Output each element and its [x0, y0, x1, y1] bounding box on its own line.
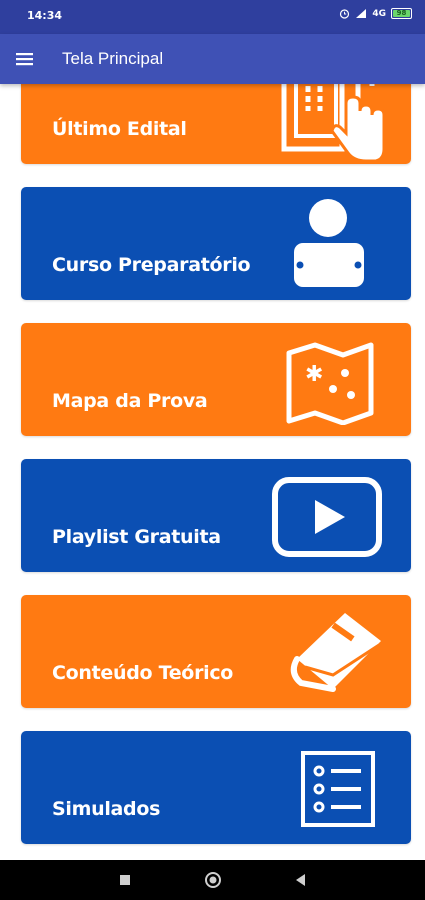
- card-ultimo-edital[interactable]: Último Edital: [21, 84, 411, 164]
- back-triangle-icon: [296, 874, 305, 886]
- battery-icon: 98: [391, 8, 412, 19]
- card-simulados[interactable]: Simulados: [21, 731, 411, 844]
- status-time: 14:34: [27, 9, 63, 22]
- battery-level: 98: [396, 9, 407, 17]
- menu-button[interactable]: [12, 47, 38, 71]
- card-label: Playlist Gratuita: [52, 526, 221, 548]
- recents-button[interactable]: [115, 870, 135, 890]
- document-tap-icon: [281, 84, 386, 161]
- card-label: Curso Preparatório: [52, 254, 251, 276]
- card-mapa-da-prova[interactable]: Mapa da Prova ✱: [21, 323, 411, 436]
- card-curso-preparatorio[interactable]: Curso Preparatório: [21, 187, 411, 300]
- card-conteudo-teorico[interactable]: Conteúdo Teórico: [21, 595, 411, 708]
- signal-icon: [356, 9, 367, 18]
- status-icons: 4G 98: [339, 8, 412, 19]
- home-circle-icon: [205, 872, 221, 888]
- navigation-bar: [0, 860, 425, 900]
- book-icon: [290, 613, 381, 692]
- app-bar: Tela Principal: [0, 34, 425, 84]
- map-icon: ✱: [286, 342, 374, 425]
- svg-text:✱: ✱: [305, 362, 323, 387]
- alarm-icon: [340, 9, 350, 19]
- card-label: Conteúdo Teórico: [52, 662, 234, 684]
- home-button[interactable]: [203, 870, 223, 890]
- card-label: Simulados: [52, 798, 161, 820]
- main-content[interactable]: Último Edital Curso Preparatório Mapa da…: [0, 84, 425, 860]
- student-laptop-icon: [294, 199, 364, 287]
- status-bar: 14:34 4G 98: [0, 0, 425, 34]
- play-video-icon: [272, 477, 382, 557]
- card-label: Último Edital: [52, 118, 187, 140]
- card-label: Mapa da Prova: [52, 390, 208, 412]
- back-button[interactable]: [291, 870, 311, 890]
- page-title: Tela Principal: [62, 49, 164, 68]
- network-type: 4G: [372, 8, 386, 19]
- recents-square-icon: [120, 875, 130, 885]
- checklist-icon: [301, 751, 375, 827]
- hamburger-menu-icon: [16, 53, 33, 66]
- card-playlist-gratuita[interactable]: Playlist Gratuita: [21, 459, 411, 572]
